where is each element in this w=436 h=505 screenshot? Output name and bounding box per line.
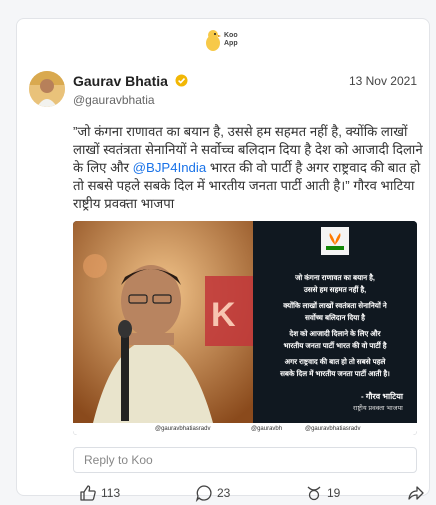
thumbs-up-icon (80, 485, 96, 501)
bjp-logo (321, 227, 349, 255)
koo-app-logo[interactable]: Koo App (204, 25, 250, 55)
like-button[interactable]: 113 (79, 483, 139, 503)
quote-line: भारतीय जनता पार्टी भारत की वो पार्टी है (283, 341, 387, 350)
rekoo-count: 19 (327, 486, 341, 500)
quote-line: जो कंगना राणावत का बयान है, (295, 273, 375, 282)
avatar[interactable] (29, 71, 65, 107)
quote-attribution: - गौरव भाटिया (361, 392, 403, 401)
rekoo-icon (307, 486, 321, 501)
reply-input[interactable]: Reply to Koo (73, 447, 417, 473)
koo-bird-icon (206, 30, 221, 51)
quote-line: अगर राष्ट्रवाद की बात हो तो सबसे पहले (284, 357, 386, 366)
mention-link[interactable]: @BJP4India (133, 160, 207, 175)
koo-post-card: Koo App Gaurav Bhatia @gauravbhatia 13 N… (16, 18, 430, 502)
like-count: 113 (101, 486, 121, 500)
instagram-handle: @gauravbhatiasradv (305, 426, 361, 432)
post-body: ”जो कंगना राणावत का बयान है, उससे हम सहम… (73, 123, 423, 213)
author-handle[interactable]: @gauravbhatia (73, 93, 155, 107)
quote-line: सर्वोच्च बलिदान दिया है (304, 313, 365, 322)
rekoo-button[interactable]: 19 (305, 483, 365, 503)
social-handles-strip: @gauravbhatiasradv @gauravbh @gauravbhat… (73, 423, 417, 435)
post-header: Gaurav Bhatia @gauravbhatia 13 Nov 2021 (29, 71, 419, 111)
comment-count: 23 (217, 486, 231, 500)
quote-line: सबके दिल में भारतीय जनता पार्टी आती है। (280, 369, 390, 378)
speaker-photo: K (73, 221, 253, 423)
facebook-handle: @gauravbhatiasradv (155, 426, 211, 432)
quote-attribution-role: राष्ट्रीय प्रवक्ता भाजपा (353, 405, 403, 412)
quote-line: क्योंकि लाखों लाखों स्वतंत्रता सेनानियों… (283, 301, 387, 310)
svg-text:K: K (211, 296, 236, 334)
post-image[interactable]: K जो कंगना राणावत का बयान है, उससे हम सह… (73, 221, 417, 435)
post-date: 13 Nov 2021 (348, 74, 417, 88)
quote-line: देश को आजादी दिलाने के लिए और (289, 329, 381, 338)
share-icon (408, 486, 424, 500)
comment-icon (195, 485, 212, 502)
verified-badge-icon (175, 74, 188, 87)
twitter-handle: @gauravbh (251, 426, 283, 432)
action-bar: 113 23 19 (73, 483, 425, 505)
share-button[interactable] (407, 483, 425, 503)
quote-line: उससे हम सहमत नहीं है, (303, 285, 367, 294)
comment-button[interactable]: 23 (195, 483, 255, 503)
quote-panel: जो कंगना राणावत का बयान है, उससे हम सहमत… (253, 221, 417, 423)
koo-app-wordmark: Koo App (224, 32, 238, 47)
author-name[interactable]: Gaurav Bhatia (73, 73, 168, 89)
